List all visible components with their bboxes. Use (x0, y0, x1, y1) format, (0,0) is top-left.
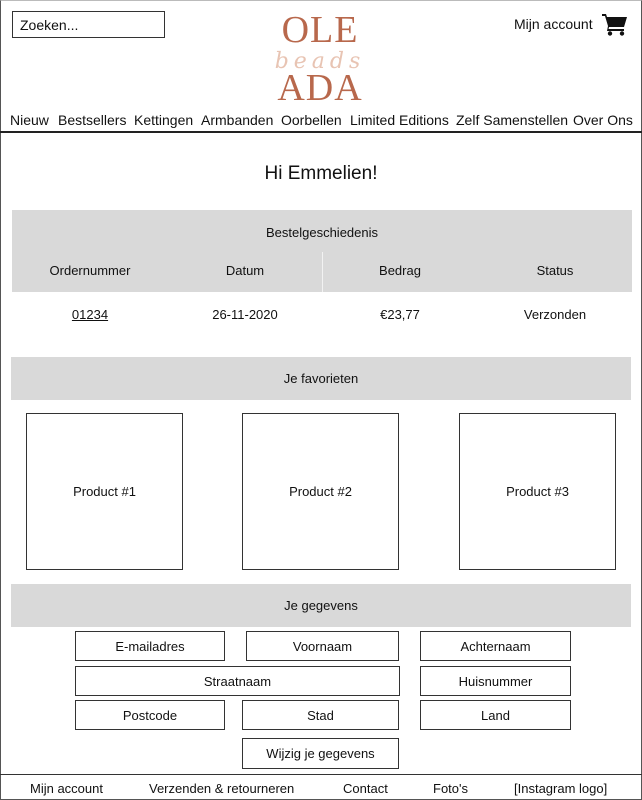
house-number-field[interactable]: Huisnummer (420, 666, 571, 696)
favorite-product-2[interactable]: Product #2 (242, 413, 399, 570)
header-account-link[interactable]: Mijn account (514, 16, 593, 32)
logo-top-text: OLE (282, 9, 359, 51)
nav-item-kettingen[interactable]: Kettingen (134, 112, 193, 128)
email-field[interactable]: E-mailadres (75, 631, 225, 661)
column-header-datum: Datum (225, 263, 265, 278)
order-history-header: Bestelgeschiedenis Ordernummer Datum Bed… (12, 210, 632, 292)
footer-link-account[interactable]: Mijn account (30, 781, 103, 796)
postcode-field[interactable]: Postcode (75, 700, 225, 730)
nav-item-limited-editions[interactable]: Limited Editions (350, 112, 449, 128)
footer-link-contact[interactable]: Contact (343, 781, 388, 796)
order-number-link[interactable]: 01234 (72, 307, 108, 322)
city-field[interactable]: Stad (242, 700, 399, 730)
nav-divider (0, 131, 642, 133)
footer-divider (0, 774, 642, 775)
nav-item-zelf-samenstellen[interactable]: Zelf Samenstellen (456, 112, 568, 128)
order-amount: €23,77 (380, 307, 420, 322)
first-name-field[interactable]: Voornaam (246, 631, 399, 661)
details-header: Je gegevens (11, 584, 631, 627)
table-row: 01234 26-11-2020 €23,77 Verzonden (12, 292, 632, 336)
footer-link-photos[interactable]: Foto's (433, 781, 468, 796)
nav-item-armbanden[interactable]: Armbanden (201, 112, 273, 128)
shopping-cart-icon[interactable] (602, 12, 628, 36)
favorite-product-1[interactable]: Product #1 (26, 413, 183, 570)
order-status: Verzonden (523, 307, 587, 322)
column-header-status: Status (536, 263, 574, 278)
favorite-product-3[interactable]: Product #3 (459, 413, 616, 570)
greeting-heading: Hi Emmelien! (264, 163, 378, 184)
footer-link-shipping[interactable]: Verzenden & retourneren (149, 781, 294, 796)
nav-item-bestsellers[interactable]: Bestsellers (58, 112, 126, 128)
country-field[interactable]: Land (420, 700, 571, 730)
last-name-field[interactable]: Achternaam (420, 631, 571, 661)
column-header-ordernummer: Ordernummer (49, 263, 131, 278)
order-history-title: Bestelgeschiedenis (265, 225, 379, 240)
street-field[interactable]: Straatnaam (75, 666, 400, 696)
instagram-icon[interactable]: [Instagram logo] (514, 781, 607, 796)
nav-item-over-ons[interactable]: Over Ons (573, 112, 633, 128)
favorites-header: Je favorieten (11, 357, 631, 400)
ole-ada-logo[interactable]: OLE beads ADA (270, 8, 370, 104)
order-date: 26-11-2020 (212, 307, 278, 322)
logo-bottom-text: ADA (277, 67, 362, 104)
search-input[interactable] (12, 11, 165, 38)
main-nav: Nieuw Bestsellers Kettingen Armbanden Oo… (0, 112, 642, 132)
edit-details-button[interactable]: Wijzig je gegevens (242, 738, 399, 769)
column-header-bedrag: Bedrag (379, 263, 421, 278)
nav-item-oorbellen[interactable]: Oorbellen (281, 112, 342, 128)
nav-item-nieuw[interactable]: Nieuw (10, 112, 49, 128)
